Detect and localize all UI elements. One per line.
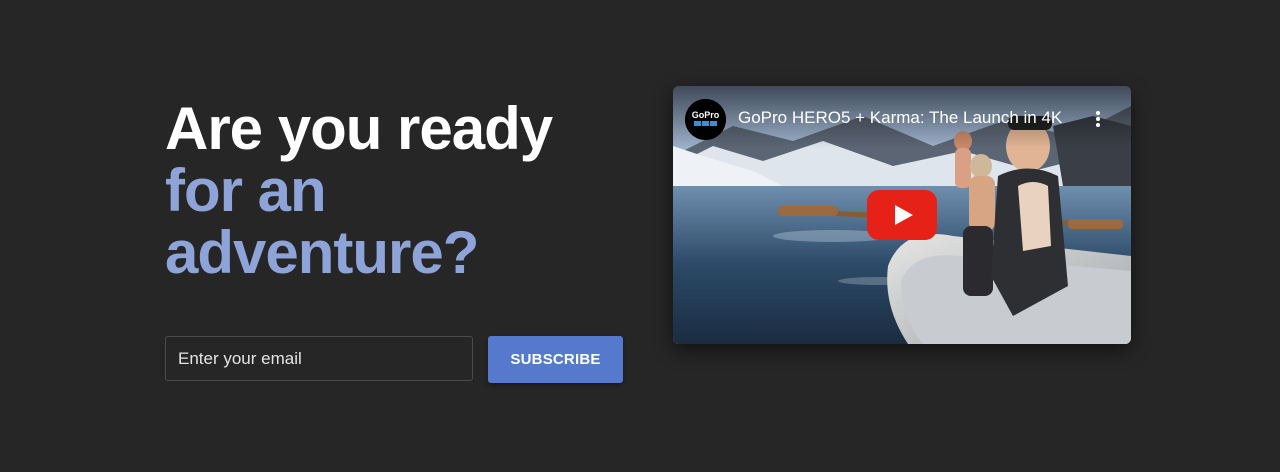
- svg-text:GoPro: GoPro: [692, 110, 720, 120]
- headline-line-2: for an: [165, 157, 327, 224]
- more-vertical-icon[interactable]: [1095, 111, 1101, 129]
- gopro-logo-icon: GoPro: [685, 99, 726, 140]
- video-title[interactable]: GoPro HERO5 + Karma: The Launch in 4K: [738, 108, 1078, 128]
- video-embed[interactable]: GoPro GoPro HERO5 + Karma: The Launch in…: [673, 86, 1131, 344]
- hero-headline: Are you ready for an adventure?: [165, 98, 635, 284]
- youtube-play-icon: [867, 190, 937, 240]
- subscribe-button[interactable]: SUBSCRIBE: [488, 336, 623, 383]
- email-field[interactable]: [165, 336, 473, 381]
- channel-avatar[interactable]: GoPro: [685, 99, 726, 140]
- headline-line-3: adventure?: [165, 219, 479, 286]
- subscribe-form: SUBSCRIBE: [165, 336, 625, 383]
- page: Are you ready for an adventure? SUBSCRIB…: [0, 0, 1280, 472]
- headline-line-1: Are you ready: [165, 95, 553, 162]
- video-header: GoPro GoPro HERO5 + Karma: The Launch in…: [673, 86, 1131, 148]
- youtube-play-button[interactable]: [867, 190, 937, 240]
